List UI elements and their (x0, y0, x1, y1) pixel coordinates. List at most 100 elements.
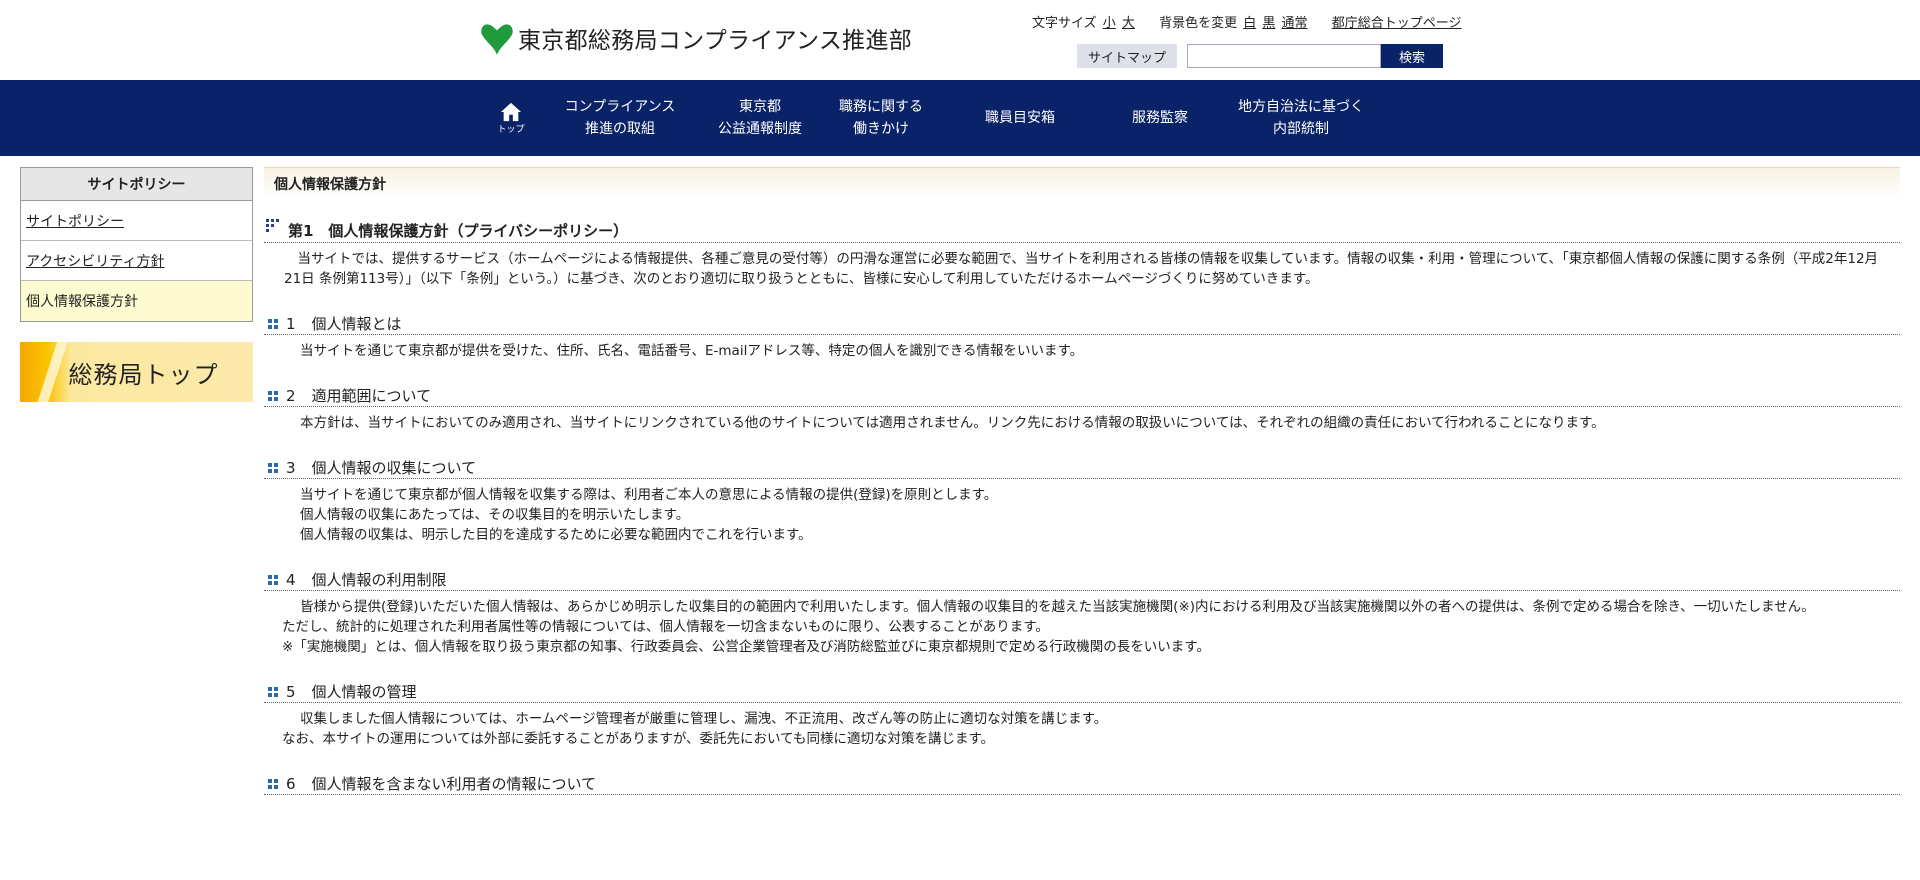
font-small-link[interactable]: 小 (1103, 16, 1116, 31)
nav-item-suggestion-box[interactable]: 職員目安箱 (970, 80, 1070, 156)
section-4: 4 個人情報の利用制限 皆様から提供(登録)いただいた個人情報は、あらかじめ明示… (264, 569, 1900, 657)
subsection-title: 個人情報の利用制限 (311, 571, 447, 589)
square-bullet-icon (268, 778, 278, 789)
sidebar-heading: サイトポリシー (21, 168, 252, 201)
body-line: 当サイトを通じて東京都が個人情報を収集する際は、利用者ご本人の意思による情報の提… (300, 487, 998, 503)
subsection-number: 2 (286, 386, 296, 405)
nav-label-line2: 公益通報制度 (718, 121, 802, 137)
sitemap-button[interactable]: サイトマップ (1077, 44, 1177, 68)
font-size-control: 文字サイズ 小 大 (1032, 16, 1141, 31)
subsection-body: 本方針は、当サイトにおいてのみ適用され、当サイトにリンクされている他のサイトにつ… (264, 413, 1900, 433)
square-bullet-icon (268, 318, 278, 329)
sidebar-menu: サイトポリシー サイトポリシー アクセシビリティ方針 個人情報保護方針 (20, 167, 253, 322)
metro-portal-link[interactable]: 都庁総合トップページ (1332, 16, 1462, 31)
square-bullet-icon (268, 462, 278, 473)
page-title: 個人情報保護方針 (264, 167, 1900, 199)
site-title: 東京都総務局コンプライアンス推進部 (518, 28, 913, 54)
body-line: 本方針は、当サイトにおいてのみ適用され、当サイトにリンクされている他のサイトにつ… (300, 415, 1605, 431)
body-line: ※「実施機関」とは、個人情報を取り扱う東京都の知事、行政委員会、公営企業管理者及… (282, 639, 1210, 655)
sidebar: サイトポリシー サイトポリシー アクセシビリティ方針 個人情報保護方針 総務局ト… (20, 167, 253, 402)
subsection-body: 収集しました個人情報については、ホームページ管理者が厳重に管理し、漏洩、不正流用… (264, 709, 1900, 749)
nav-item-whistleblowing[interactable]: 東京都 公益通報制度 (704, 80, 816, 156)
section-5: 5 個人情報の管理 収集しました個人情報については、ホームページ管理者が厳重に管… (264, 681, 1900, 749)
subsection-heading: 4 個人情報の利用制限 (264, 569, 1900, 591)
body-line: 皆様から提供(登録)いただいた個人情報は、あらかじめ明示した収集目的の範囲内で利… (300, 599, 1815, 615)
square-bullet-icon (268, 686, 278, 697)
sidebar-item-label: 個人情報保護方針 (26, 294, 138, 310)
nav-label-line1: 地方自治法に基づく (1238, 99, 1364, 115)
nav-label-line1: 服務監察 (1132, 110, 1188, 126)
nav-label-line1: コンプライアンス (564, 99, 676, 115)
subsection-heading: 2 適用範囲について (264, 385, 1900, 407)
section-1: 1 個人情報とは 当サイトを通じて東京都が提供を受けた、住所、氏名、電話番号、E… (264, 313, 1900, 361)
section-heading: 第1 個人情報保護方針（プライバシーポリシー） (264, 219, 1900, 243)
banner-stripe-decoration (32, 342, 70, 402)
bg-color-label: 背景色を変更 (1159, 16, 1238, 31)
subsection-title: 適用範囲について (311, 387, 432, 405)
square-bullet-icon (268, 574, 278, 585)
global-nav: トップ コンプライアンス 推進の取組 東京都 公益通報制度 職務に関する 働きか… (0, 80, 1920, 156)
subsection-title: 個人情報の管理 (311, 683, 417, 701)
subsection-heading: 3 個人情報の収集について (264, 457, 1900, 479)
nav-item-service-inspection[interactable]: 服務監察 (1110, 80, 1210, 156)
subsection-heading: 5 個人情報の管理 (264, 681, 1900, 703)
nav-label-line2: 働きかけ (853, 121, 909, 137)
square-bullet-icon (268, 390, 278, 401)
nav-item-compliance[interactable]: コンプライアンス 推進の取組 (548, 80, 692, 156)
lead-paragraph: 当サイトでは、提供するサービス（ホームページによる情報提供、各種ご意見の受付等）… (284, 251, 1879, 287)
subsection-title: 個人情報とは (311, 315, 402, 333)
body-line: ただし、統計的に処理された利用者属性等の情報については、個人情報を一切含まないも… (282, 619, 1049, 635)
tokyo-ginkgo-logo-icon (481, 24, 513, 56)
subsection-title: 個人情報を含まない利用者の情報について (311, 775, 597, 793)
nav-item-internal-control[interactable]: 地方自治法に基づく 内部統制 (1226, 80, 1376, 156)
bg-white-link[interactable]: 白 (1243, 16, 1256, 31)
site-logo[interactable]: 東京都総務局コンプライアンス推進部 (478, 19, 912, 57)
subsection-body: 皆様から提供(登録)いただいた個人情報は、あらかじめ明示した収集目的の範囲内で利… (264, 597, 1900, 657)
body-line: 収集しました個人情報については、ホームページ管理者が厳重に管理し、漏洩、不正流用… (300, 711, 1108, 727)
subsection-body: 当サイトを通じて東京都が個人情報を収集する際は、利用者ご本人の意思による情報の提… (264, 485, 1900, 545)
main-content: 個人情報保護方針 第1 個人情報保護方針（プライバシーポリシー） 当サイトでは、… (264, 167, 1900, 795)
sidebar-item-site-policy[interactable]: サイトポリシー (21, 201, 252, 241)
subsection-body: 当サイトを通じて東京都が提供を受けた、住所、氏名、電話番号、E-mailアドレス… (264, 341, 1900, 361)
subsection-number: 6 (286, 774, 296, 793)
general-affairs-top-banner[interactable]: 総務局トップ (20, 342, 253, 402)
nav-home-label: トップ (497, 124, 525, 135)
nav-item-top[interactable]: トップ (488, 80, 534, 156)
home-icon (500, 102, 522, 121)
bg-black-link[interactable]: 黒 (1262, 16, 1275, 31)
section-6: 6 個人情報を含まない利用者の情報について (264, 773, 1900, 795)
section-3: 3 個人情報の収集について 当サイトを通じて東京都が個人情報を収集する際は、利用… (264, 457, 1900, 545)
subsection-number: 4 (286, 570, 296, 589)
nav-label-line1: 職員目安箱 (985, 110, 1055, 126)
subsection-heading: 6 個人情報を含まない利用者の情報について (264, 773, 1900, 795)
sidebar-item-label[interactable]: サイトポリシー (26, 211, 124, 231)
dots-heading-icon (266, 219, 279, 232)
nav-label-line1: 職務に関する (839, 99, 923, 115)
subsection-number: 5 (286, 682, 296, 701)
body-line: 個人情報の収集にあたっては、その収集目的を明示いたします。 (300, 507, 690, 523)
search-button[interactable]: 検索 (1381, 44, 1443, 68)
body-line: なお、本サイトの運用については外部に委託することがありますが、委託先においても同… (282, 731, 995, 747)
nav-item-duty-approach[interactable]: 職務に関する 働きかけ (826, 80, 936, 156)
sidebar-item-label[interactable]: アクセシビリティ方針 (26, 251, 164, 271)
font-large-link[interactable]: 大 (1122, 16, 1135, 31)
search-area: サイトマップ 検索 (1077, 43, 1443, 69)
site-header: 東京都総務局コンプライアンス推進部 文字サイズ 小 大 背景色を変更 白 黒 通… (0, 0, 1920, 80)
nav-label-line2: 内部統制 (1273, 121, 1329, 137)
subsection-number: 3 (286, 458, 296, 477)
body-line: 当サイトを通じて東京都が提供を受けた、住所、氏名、電話番号、E-mailアドレス… (300, 343, 1084, 359)
section-2: 2 適用範囲について 本方針は、当サイトにおいてのみ適用され、当サイトにリンクさ… (264, 385, 1900, 433)
font-size-label: 文字サイズ (1032, 16, 1097, 31)
utility-bar: 文字サイズ 小 大 背景色を変更 白 黒 通常 都庁総合トップページ (1032, 12, 1463, 31)
sidebar-item-accessibility[interactable]: アクセシビリティ方針 (21, 241, 252, 281)
subsection-title: 個人情報の収集について (311, 459, 477, 477)
search-input[interactable] (1187, 44, 1381, 68)
body-line: 個人情報の収集は、明示した目的を達成するために必要な範囲内でこれを行います。 (300, 527, 812, 543)
bg-color-control: 背景色を変更 白 黒 通常 (1159, 16, 1314, 31)
subsection-heading: 1 個人情報とは (264, 313, 1900, 335)
nav-label-line2: 推進の取組 (585, 121, 655, 137)
subsection-number: 1 (286, 314, 296, 333)
bg-normal-link[interactable]: 通常 (1282, 16, 1308, 31)
banner-label: 総務局トップ (68, 360, 219, 389)
sidebar-item-privacy-current[interactable]: 個人情報保護方針 (21, 281, 252, 321)
